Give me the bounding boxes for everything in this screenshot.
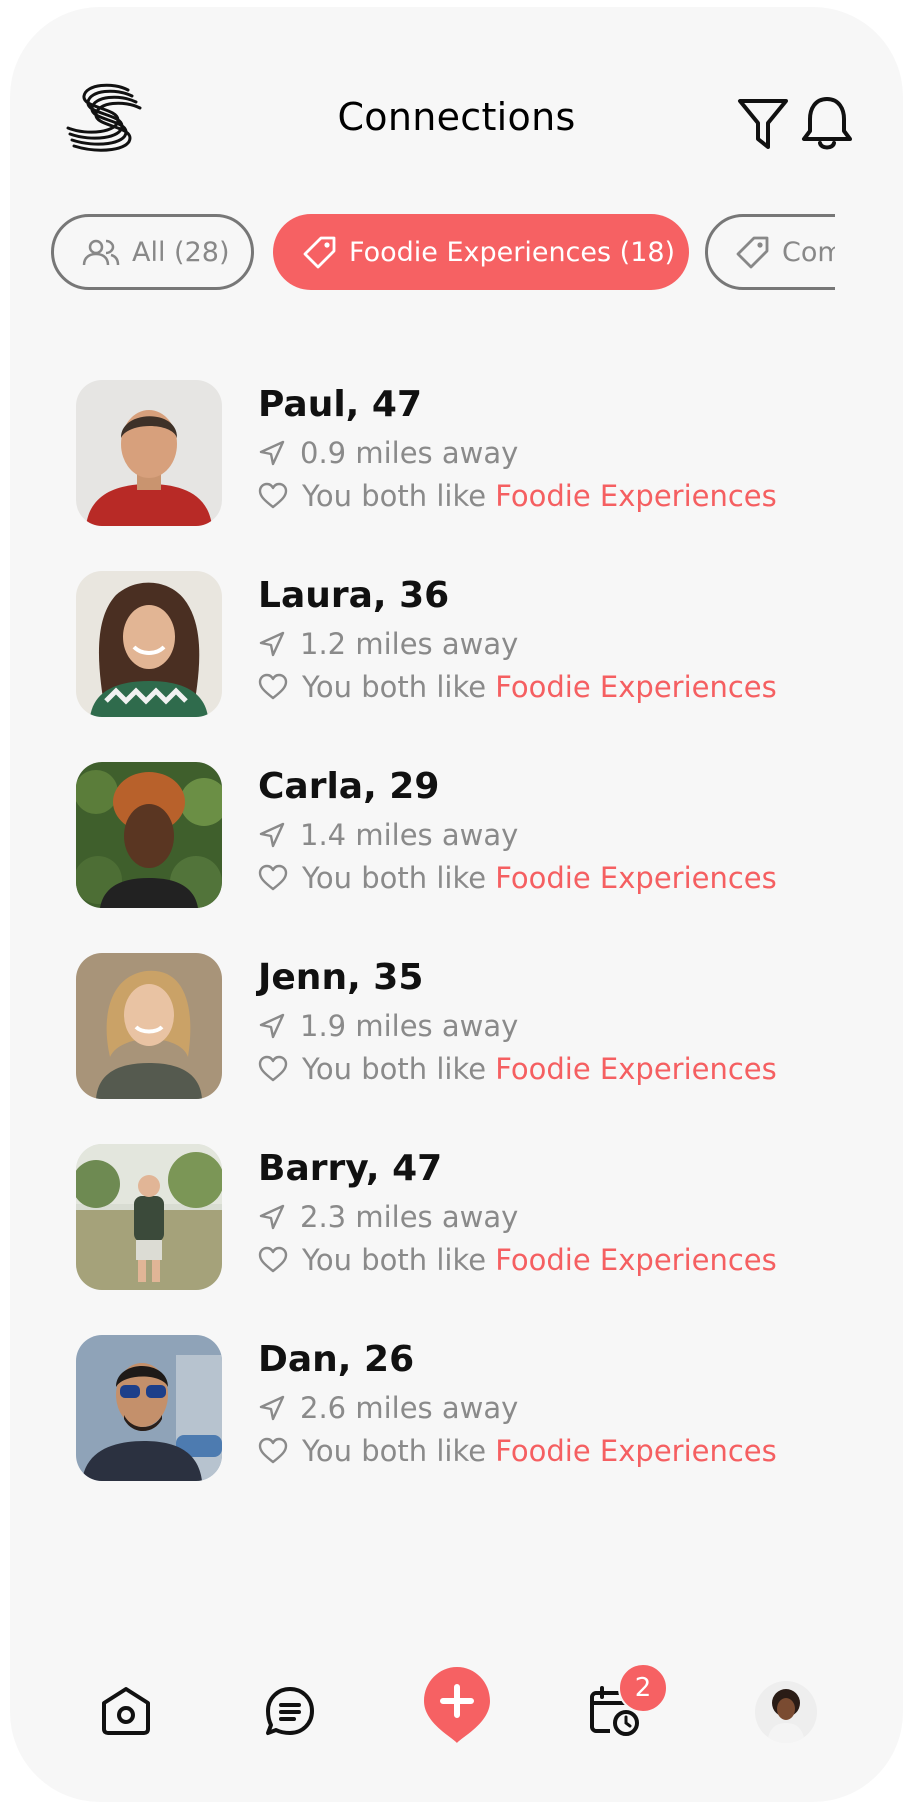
chip-foodie-experiences[interactable]: Foodie Experiences (18) [273, 214, 689, 290]
avatar[interactable] [76, 1144, 222, 1290]
list-item[interactable]: Laura, 36 1.2 miles away You both like F… [10, 571, 903, 721]
distance-text: 1.4 miles away [300, 818, 519, 852]
heart-icon [258, 1246, 288, 1273]
distance: 2.3 miles away [258, 1200, 518, 1234]
shared-interest-name: Foodie Experiences [495, 1243, 777, 1277]
distance-text: 0.9 miles away [300, 436, 519, 470]
heart-icon [258, 1055, 288, 1082]
connection-name: Barry, 47 [258, 1148, 443, 1189]
heart-icon [258, 482, 288, 509]
heart-icon [258, 673, 288, 700]
distance-text: 1.2 miles away [300, 627, 519, 661]
distance: 0.9 miles away [258, 436, 518, 470]
chip-label: Com [782, 236, 835, 268]
avatar[interactable] [76, 953, 222, 1099]
navigation-arrow-icon [259, 631, 285, 657]
chip-all[interactable]: All (28) [51, 214, 254, 290]
distance: 1.4 miles away [258, 818, 518, 852]
list-item[interactable]: Barry, 47 2.3 miles away You both like F… [10, 1144, 903, 1294]
distance: 1.2 miles away [258, 627, 518, 661]
shared-interest: You both like Foodie Experiences [258, 1243, 777, 1277]
connection-name: Jenn, 35 [258, 957, 424, 998]
avatar[interactable] [76, 571, 222, 717]
avatar[interactable] [76, 762, 222, 908]
connection-name: Dan, 26 [258, 1339, 415, 1380]
list-item[interactable]: Dan, 26 2.6 miles away You both like Foo… [10, 1335, 903, 1485]
add-icon [424, 1667, 490, 1743]
shared-interest-prefix: You both like [302, 670, 496, 704]
connection-name: Laura, 36 [258, 575, 450, 616]
filter-icon[interactable] [736, 93, 790, 153]
shared-interest: You both like Foodie Experiences [258, 861, 777, 895]
shared-interest: You both like Foodie Experiences [258, 1052, 777, 1086]
list-item[interactable]: Jenn, 35 1.9 miles away You both like Fo… [10, 953, 903, 1103]
navigation-arrow-icon [259, 1204, 285, 1230]
navigation-arrow-icon [259, 1395, 285, 1421]
calendar-badge: 2 [618, 1663, 668, 1713]
distance: 1.9 miles away [258, 1009, 518, 1043]
add-button[interactable] [422, 1665, 492, 1745]
chip-label: Foodie Experiences (18) [349, 236, 676, 268]
shared-interest: You both like Foodie Experiences [258, 670, 777, 704]
distance-text: 2.3 miles away [300, 1200, 519, 1234]
app-screen: Connections All (28) Foodie Experiences … [10, 7, 903, 1802]
distance: 2.6 miles away [258, 1391, 518, 1425]
distance-text: 1.9 miles away [300, 1009, 519, 1043]
shared-interest-name: Foodie Experiences [495, 1434, 777, 1468]
shared-interest-prefix: You both like [302, 1434, 496, 1468]
bottom-tab-bar: 2 [10, 1647, 903, 1757]
navigation-arrow-icon [259, 440, 285, 466]
shared-interest-prefix: You both like [302, 1052, 496, 1086]
shared-interest-prefix: You both like [302, 479, 496, 513]
shared-interest-name: Foodie Experiences [495, 479, 777, 513]
filter-chips: All (28) Foodie Experiences (18) Com [10, 211, 835, 297]
shared-interest-name: Foodie Experiences [495, 861, 777, 895]
connection-name: Paul, 47 [258, 384, 422, 425]
profile-avatar[interactable] [755, 1681, 817, 1743]
list-item[interactable]: Carla, 29 1.4 miles away You both like F… [10, 762, 903, 912]
shared-interest-prefix: You both like [302, 861, 496, 895]
avatar[interactable] [76, 380, 222, 526]
heart-icon [258, 1437, 288, 1464]
shared-interest-prefix: You both like [302, 1243, 496, 1277]
connection-name: Carla, 29 [258, 766, 440, 807]
shared-interest-name: Foodie Experiences [495, 670, 777, 704]
list-item[interactable]: Paul, 47 0.9 miles away You both like Fo… [10, 380, 903, 530]
shared-interest: You both like Foodie Experiences [258, 1434, 777, 1468]
navigation-arrow-icon [259, 822, 285, 848]
shared-interest: You both like Foodie Experiences [258, 479, 777, 513]
tag-icon [303, 236, 336, 269]
header: Connections [10, 7, 903, 187]
chip-label: All (28) [132, 236, 230, 268]
distance-text: 2.6 miles away [300, 1391, 519, 1425]
tab-messages[interactable] [262, 1683, 318, 1739]
shared-interest-name: Foodie Experiences [495, 1052, 777, 1086]
navigation-arrow-icon [259, 1013, 285, 1039]
bell-icon[interactable] [800, 93, 854, 153]
avatar[interactable] [76, 1335, 222, 1481]
tab-home[interactable] [98, 1683, 154, 1739]
tag-icon [736, 236, 769, 269]
people-icon [82, 239, 120, 266]
heart-icon [258, 864, 288, 891]
chip-com[interactable]: Com [705, 214, 835, 290]
home-icon [102, 1687, 150, 1735]
chat-icon [266, 1687, 314, 1735]
